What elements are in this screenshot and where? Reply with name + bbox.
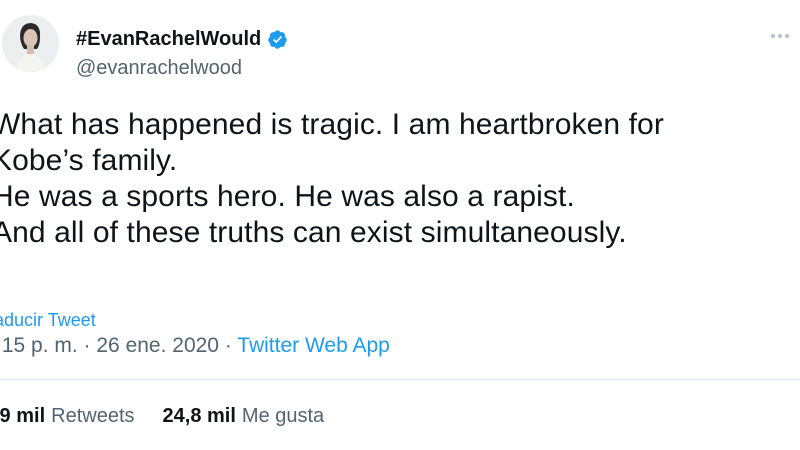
meta-separator: · xyxy=(77,334,97,357)
author-name-row: #EvanRachelWould xyxy=(76,27,288,51)
meta-separator: · xyxy=(219,334,238,357)
tweet-line: He was a sports hero. He was also a rapi… xyxy=(0,180,575,213)
author-display-name[interactable]: #EvanRachelWould xyxy=(76,27,261,51)
more-options-icon[interactable] xyxy=(771,34,789,38)
tweet-card: #EvanRachelWould @evanrachelwood What ha… xyxy=(0,0,800,450)
tweet-stats: ,9 milRetweets 24,8 milMe gusta xyxy=(0,403,324,429)
translate-tweet-link[interactable]: raducir Tweet xyxy=(0,309,96,331)
tweet-time[interactable]: :15 p. m. xyxy=(0,334,78,357)
likes-stat[interactable]: 24,8 mil Me gusta xyxy=(163,403,325,429)
retweets-count: ,9 mil xyxy=(0,405,46,427)
avatar-image xyxy=(2,15,59,72)
verified-badge-icon xyxy=(268,29,287,49)
avatar[interactable] xyxy=(2,15,59,72)
likes-count: 24,8 mil xyxy=(162,405,236,427)
tweet-date[interactable]: 26 ene. 2020 xyxy=(96,334,219,357)
tweet-meta: :15 p. m. · 26 ene. 2020 · Twitter Web A… xyxy=(0,333,390,359)
tweet-source-link[interactable]: Twitter Web App xyxy=(237,334,390,357)
divider xyxy=(0,379,800,380)
retweets-stat[interactable]: ,9 milRetweets xyxy=(0,403,135,429)
tweet-line: What has happened is tragic. I am heartb… xyxy=(0,108,664,141)
likes-label: Me gusta xyxy=(241,405,325,427)
author-handle[interactable]: @evanrachelwood xyxy=(76,56,242,80)
tweet-text: What has happened is tragic. I am heartb… xyxy=(0,107,792,251)
tweet-line: Kobe’s family. xyxy=(0,144,178,177)
tweet-line: And all of these truths can exist simult… xyxy=(0,216,627,249)
retweets-label: Retweets xyxy=(51,405,135,427)
